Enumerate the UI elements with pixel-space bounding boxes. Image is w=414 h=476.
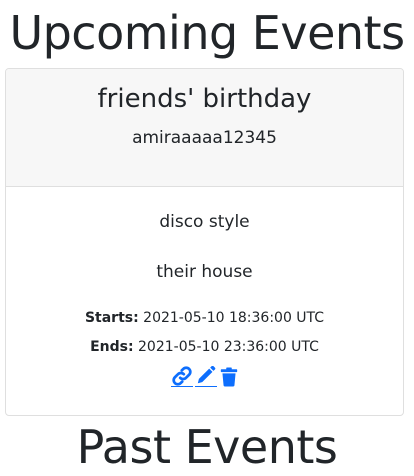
upcoming-events-heading: Upcoming Events: [9, 6, 405, 60]
event-card: friends' birthday amiraaaaa12345 disco s…: [5, 68, 404, 416]
trash-icon: [219, 366, 239, 387]
past-events-heading: Past Events: [76, 420, 338, 474]
event-delete-button[interactable]: [219, 365, 239, 387]
event-times: Starts: 2021-05-10 18:36:00 UTC Ends: 20…: [6, 309, 403, 356]
ends-label: Ends:: [90, 339, 134, 355]
event-owner-username: amiraaaaa12345: [132, 128, 277, 148]
event-location: their house: [156, 262, 253, 282]
link-icon: [171, 366, 193, 386]
event-edit-button[interactable]: [194, 364, 217, 387]
event-start-row: Starts: 2021-05-10 18:36:00 UTC: [6, 309, 403, 327]
event-end-row: Ends: 2021-05-10 23:36:00 UTC: [6, 338, 403, 356]
starts-label: Starts:: [84, 310, 139, 326]
event-card-header: friends' birthday amiraaaaa12345: [6, 69, 403, 187]
event-actions: [6, 364, 403, 387]
event-description: disco style: [159, 212, 250, 232]
pencil-icon: [195, 366, 217, 386]
starts-value: 2021-05-10 18:36:00 UTC: [143, 310, 325, 326]
event-card-body: disco style their house Starts: 2021-05-…: [6, 211, 403, 387]
ends-value: 2021-05-10 23:36:00 UTC: [138, 339, 319, 355]
event-link-button[interactable]: [170, 364, 193, 387]
event-title: friends' birthday: [97, 84, 312, 114]
